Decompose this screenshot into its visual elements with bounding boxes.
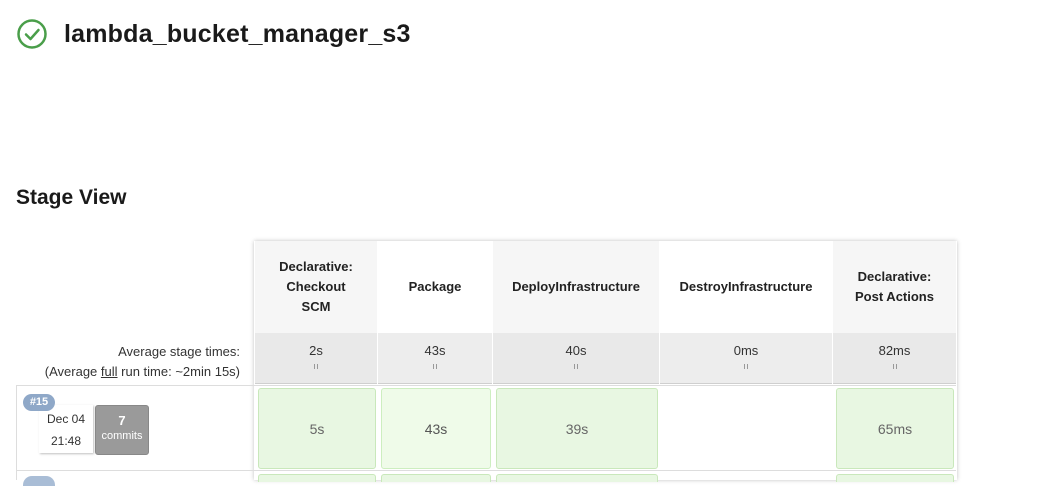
next-stage-cell[interactable] (258, 474, 376, 482)
avg-bar-icon (433, 364, 437, 369)
row-divider (16, 470, 956, 471)
avg-time-post-actions: 82ms (833, 333, 956, 384)
stage-header-deploy-infrastructure: DeployInfrastructure (493, 241, 659, 333)
stage-cell-post-actions[interactable]: 65ms (836, 388, 954, 469)
stage-header-package: Package (378, 241, 492, 333)
next-build-badge[interactable] (23, 476, 55, 486)
avg-time-deploy-infrastructure: 40s (493, 333, 659, 384)
row-left-border (16, 385, 17, 480)
stage-header-checkout-scm: Declarative: Checkout SCM (255, 241, 377, 333)
avg-bar-icon (744, 364, 748, 369)
average-stage-times-label: Average stage times: (Average full run t… (44, 344, 240, 379)
job-title: lambda_bucket_manager_s3 (64, 19, 411, 48)
next-stage-cell[interactable] (496, 474, 658, 482)
avg-time-package: 43s (378, 333, 492, 384)
stage-cell-deploy-infrastructure[interactable]: 39s (496, 388, 658, 469)
job-header: lambda_bucket_manager_s3 (16, 16, 411, 52)
build-date-card[interactable]: Dec 04 21:48 (39, 405, 93, 453)
stage-cell-destroy-infrastructure (663, 388, 831, 469)
avg-bar-icon (574, 364, 578, 369)
success-check-icon (17, 19, 47, 49)
stage-header-destroy-infrastructure: DestroyInfrastructure (660, 241, 832, 333)
stage-header-post-actions: Declarative: Post Actions (833, 241, 956, 333)
avg-time-checkout-scm: 2s (255, 333, 377, 384)
build-number-badge[interactable]: #15 (23, 394, 55, 411)
stage-cell-package[interactable]: 43s (381, 388, 491, 469)
next-stage-cell[interactable] (381, 474, 491, 482)
next-stage-cell[interactable] (836, 474, 954, 482)
stage-view-title: Stage View (16, 186, 127, 209)
commits-button[interactable]: 7 commits (95, 405, 149, 455)
row-divider (16, 385, 956, 386)
full-run-time-link[interactable]: full (101, 364, 118, 379)
avg-bar-icon (892, 364, 897, 369)
stage-cell-checkout-scm[interactable]: 5s (258, 388, 376, 469)
avg-bar-icon (314, 364, 318, 369)
avg-time-destroy-infrastructure: 0ms (660, 333, 832, 384)
